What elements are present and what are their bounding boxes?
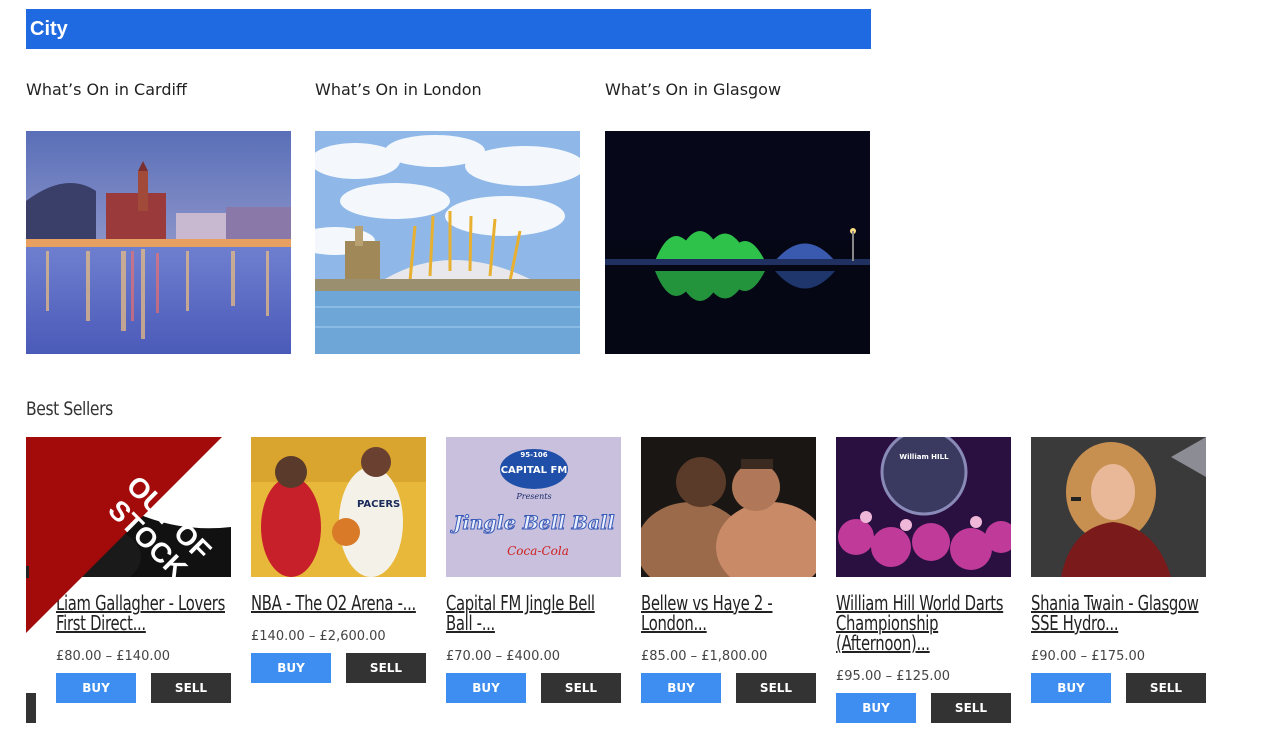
product-thumbnail[interactable]: 95-106 CAPITAL FM Presents Jingle Bell B… (446, 437, 621, 577)
product-thumbnail[interactable]: William HILL (836, 437, 1011, 577)
best-sellers-heading: Best Sellers (26, 398, 113, 420)
buy-button[interactable]: BUY (1031, 673, 1111, 703)
product-name[interactable]: Bellew vs Haye 2 - London... (641, 593, 819, 633)
product-price: £90.00 – £175.00 (1031, 649, 1146, 664)
product-thumbnail[interactable] (1031, 437, 1206, 577)
product-name[interactable]: William Hill World Darts Championship (A… (836, 593, 1014, 653)
product-card[interactable]: William HILL William Hill World Darts Ch… (836, 437, 1011, 723)
city-card-cardiff[interactable]: What’s On in Cardiff (26, 79, 291, 354)
cardiff-image[interactable] (26, 131, 291, 354)
product-card[interactable]: PACERS NBA - The O2 Arena -... £140.00 –… (251, 437, 426, 683)
product-thumbnail[interactable]: PACERS (251, 437, 426, 577)
city-section-heading: City (26, 9, 871, 49)
partial-image-edge (26, 566, 29, 578)
buy-button[interactable]: BUY (56, 673, 136, 703)
out-of-stock-ribbon: OUT OF STOCK (26, 437, 226, 637)
product-price: £80.00 – £140.00 (56, 649, 171, 664)
city-card-london[interactable]: What’s On in London (315, 79, 580, 354)
buy-button[interactable]: BUY (446, 673, 526, 703)
capital-logo: CAPITAL FM (501, 465, 568, 476)
product-price: £85.00 – £1,800.00 (641, 649, 768, 664)
glasgow-image[interactable] (605, 131, 870, 354)
sell-button[interactable]: SELL (346, 653, 426, 683)
london-image[interactable] (315, 131, 580, 354)
sell-button[interactable]: SELL (541, 673, 621, 703)
product-name[interactable]: Capital FM Jingle Bell Ball -... (446, 593, 624, 633)
city-title-glasgow[interactable]: What’s On in Glasgow (605, 79, 870, 101)
product-card[interactable]: 95-106 CAPITAL FM Presents Jingle Bell B… (446, 437, 621, 703)
sell-button[interactable]: SELL (1126, 673, 1206, 703)
partial-sell-button[interactable] (26, 693, 36, 723)
sell-button[interactable]: SELL (736, 673, 816, 703)
city-title-cardiff[interactable]: What’s On in Cardiff (26, 79, 291, 101)
product-price: £140.00 – £2,600.00 (251, 629, 386, 644)
sell-button[interactable]: SELL (151, 673, 231, 703)
city-card-glasgow[interactable]: What’s On in Glasgow (605, 79, 870, 354)
buy-button[interactable]: BUY (836, 693, 916, 723)
williamhill-logo: William HILL (899, 453, 949, 461)
city-title-london[interactable]: What’s On in London (315, 79, 580, 101)
product-card[interactable]: Shania Twain - Glasgow SSE Hydro... £90.… (1031, 437, 1206, 703)
product-price: £95.00 – £125.00 (836, 669, 951, 684)
product-price: £70.00 – £400.00 (446, 649, 561, 664)
product-name[interactable]: Shania Twain - Glasgow SSE Hydro... (1031, 593, 1209, 633)
product-card[interactable]: Bellew vs Haye 2 - London... £85.00 – £1… (641, 437, 816, 703)
jingle-logo: Jingle Bell Ball (450, 512, 614, 534)
product-thumbnail[interactable] (641, 437, 816, 577)
buy-button[interactable]: BUY (641, 673, 721, 703)
cocacola-logo: Coca-Cola (507, 544, 569, 558)
capital-presents: Presents (515, 492, 551, 501)
capital-freq: 95-106 (520, 451, 547, 459)
product-name[interactable]: NBA - The O2 Arena -... (251, 593, 429, 613)
sell-button[interactable]: SELL (931, 693, 1011, 723)
buy-button[interactable]: BUY (251, 653, 331, 683)
jersey-text: PACERS (357, 499, 400, 510)
